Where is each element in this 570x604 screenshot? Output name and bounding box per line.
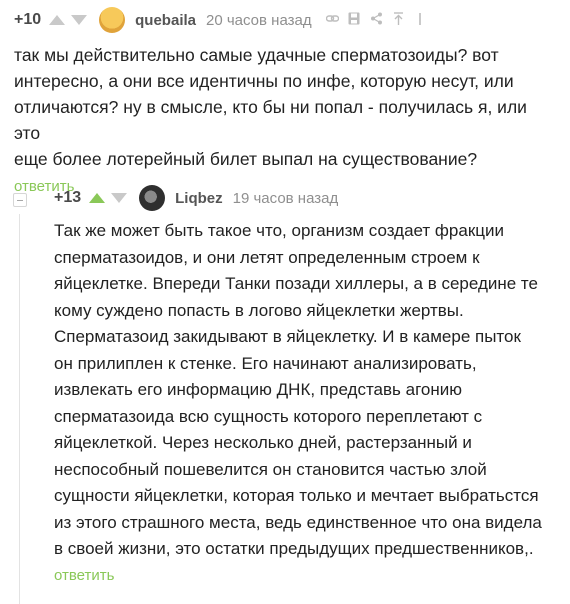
downvote-icon[interactable] xyxy=(111,193,128,203)
comment-text: так мы действительно самые удачные сперм… xyxy=(14,45,527,169)
upvote-icon[interactable] xyxy=(89,193,106,203)
comment-rating: +13 xyxy=(54,189,82,206)
comment-rating: +10 xyxy=(14,11,42,28)
comment-header: +10 quebaila 20 часов назад xyxy=(0,0,570,40)
go-to-parent-icon[interactable] xyxy=(392,11,405,29)
comment-time[interactable]: 19 часов назад xyxy=(233,190,339,207)
upvote-icon[interactable] xyxy=(49,15,66,25)
avatar[interactable] xyxy=(99,7,126,33)
share-icon[interactable] xyxy=(370,12,383,28)
avatar[interactable] xyxy=(139,185,166,211)
more-icon[interactable] xyxy=(414,12,427,29)
comment-tools xyxy=(325,11,427,29)
comment-header: +13 Liqbez 19 часов назад xyxy=(0,178,570,218)
comment-reply: +13 Liqbez 19 часов назад Так же может б… xyxy=(0,178,570,585)
comment: +10 quebaila 20 часов назад так мы дейст… xyxy=(0,0,570,196)
comment-time[interactable]: 20 часов назад xyxy=(206,12,312,29)
link-icon[interactable] xyxy=(325,12,339,28)
comment-author[interactable]: quebaila xyxy=(135,12,196,29)
comment-text: Так же может быть такое что, организм со… xyxy=(54,221,542,558)
reply-link[interactable]: ответить xyxy=(54,567,114,584)
downvote-icon[interactable] xyxy=(71,15,88,25)
comment-author[interactable]: Liqbez xyxy=(175,190,223,207)
save-icon[interactable] xyxy=(348,12,361,28)
